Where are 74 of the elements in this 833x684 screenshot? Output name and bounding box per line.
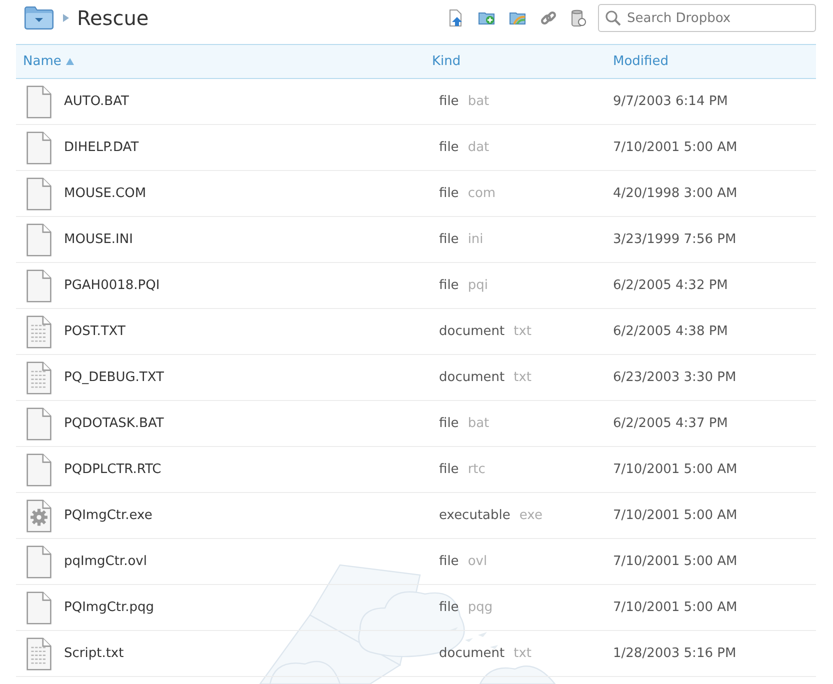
file-type: document bbox=[439, 322, 505, 341]
file-name[interactable]: PQ_DEBUG.TXT bbox=[64, 368, 164, 388]
file-extension: rtc bbox=[468, 460, 486, 479]
file-type: file bbox=[439, 598, 459, 617]
modified-date: 3/23/1999 7:56 PM bbox=[613, 232, 736, 247]
folder-title: Rescue bbox=[77, 5, 149, 32]
file-icon bbox=[26, 406, 52, 440]
file-name[interactable]: PQDOTASK.BAT bbox=[64, 414, 164, 434]
file-extension: txt bbox=[514, 368, 532, 387]
modified-date: 6/2/2005 4:32 PM bbox=[613, 278, 728, 293]
chevron-right-icon bbox=[63, 14, 69, 22]
modified-date: 7/10/2001 5:00 AM bbox=[613, 140, 738, 155]
modified-date: 4/20/1998 3:00 AM bbox=[613, 186, 738, 201]
file-icon bbox=[26, 590, 52, 624]
file-type: file bbox=[439, 138, 459, 157]
file-extension: ini bbox=[468, 230, 484, 249]
search-icon bbox=[605, 10, 621, 26]
search-field[interactable]: Search Dropbox bbox=[598, 4, 816, 32]
modified-date: 9/7/2003 6:14 PM bbox=[613, 94, 728, 109]
file-extension: ovl bbox=[468, 552, 488, 571]
file-type: file bbox=[439, 184, 459, 203]
modified-date: 7/10/2001 5:00 AM bbox=[613, 508, 738, 523]
modified-date: 6/2/2005 4:38 PM bbox=[613, 324, 728, 339]
new-folder-icon[interactable] bbox=[478, 10, 496, 26]
shared-folder-icon[interactable] bbox=[509, 10, 527, 26]
modified-date: 7/10/2001 5:00 AM bbox=[613, 554, 738, 569]
file-type: executable bbox=[439, 506, 510, 525]
file-name[interactable]: PGAH0018.PQI bbox=[64, 276, 160, 296]
file-icon bbox=[26, 130, 52, 164]
file-type: document bbox=[439, 644, 505, 663]
file-name[interactable]: AUTO.BAT bbox=[64, 92, 129, 112]
file-extension: pqg bbox=[468, 598, 493, 617]
file-name[interactable]: pqImgCtr.ovl bbox=[64, 552, 147, 572]
file-name[interactable]: PQImgCtr.exe bbox=[64, 506, 152, 526]
file-type: file bbox=[439, 552, 459, 571]
gear-file-icon bbox=[26, 498, 52, 532]
file-name[interactable]: MOUSE.INI bbox=[64, 230, 133, 250]
file-type: file bbox=[439, 414, 459, 433]
file-type: file bbox=[439, 460, 459, 479]
file-name[interactable]: Script.txt bbox=[64, 644, 124, 664]
file-extension: exe bbox=[519, 506, 542, 525]
file-name[interactable]: MOUSE.COM bbox=[64, 184, 146, 204]
modified-date: 7/10/2001 5:00 AM bbox=[613, 600, 738, 615]
file-extension: txt bbox=[514, 322, 532, 341]
file-icon bbox=[26, 84, 52, 118]
text-file-icon bbox=[26, 360, 52, 394]
modified-date: 1/28/2003 5:16 PM bbox=[613, 646, 736, 661]
file-icon bbox=[26, 176, 52, 210]
modified-date: 6/23/2003 3:30 PM bbox=[613, 370, 736, 385]
link-icon[interactable] bbox=[540, 10, 557, 26]
folder-icon[interactable] bbox=[24, 6, 54, 30]
file-name[interactable]: DIHELP.DAT bbox=[64, 138, 139, 158]
file-type: file bbox=[439, 92, 459, 111]
file-type: document bbox=[439, 368, 505, 387]
file-icon bbox=[26, 544, 52, 578]
modified-date: 6/2/2005 4:37 PM bbox=[613, 416, 728, 431]
file-icon bbox=[26, 222, 52, 256]
file-icon bbox=[26, 268, 52, 302]
file-extension: bat bbox=[468, 92, 490, 111]
file-extension: txt bbox=[514, 644, 532, 663]
file-extension: com bbox=[468, 184, 496, 203]
upload-icon[interactable] bbox=[447, 9, 465, 27]
modified-date: 7/10/2001 5:00 AM bbox=[613, 462, 738, 477]
file-extension: pqi bbox=[468, 276, 488, 295]
text-file-icon bbox=[26, 636, 52, 670]
file-name[interactable]: PQDPLCTR.RTC bbox=[64, 460, 162, 480]
file-extension: dat bbox=[468, 138, 490, 157]
file-type: file bbox=[439, 230, 459, 249]
file-name[interactable]: PQImgCtr.pqg bbox=[64, 598, 154, 618]
file-extension: bat bbox=[468, 414, 490, 433]
file-icon bbox=[26, 452, 52, 486]
file-name[interactable]: POST.TXT bbox=[64, 322, 126, 342]
text-file-icon bbox=[26, 314, 52, 348]
file-type: file bbox=[439, 276, 459, 295]
